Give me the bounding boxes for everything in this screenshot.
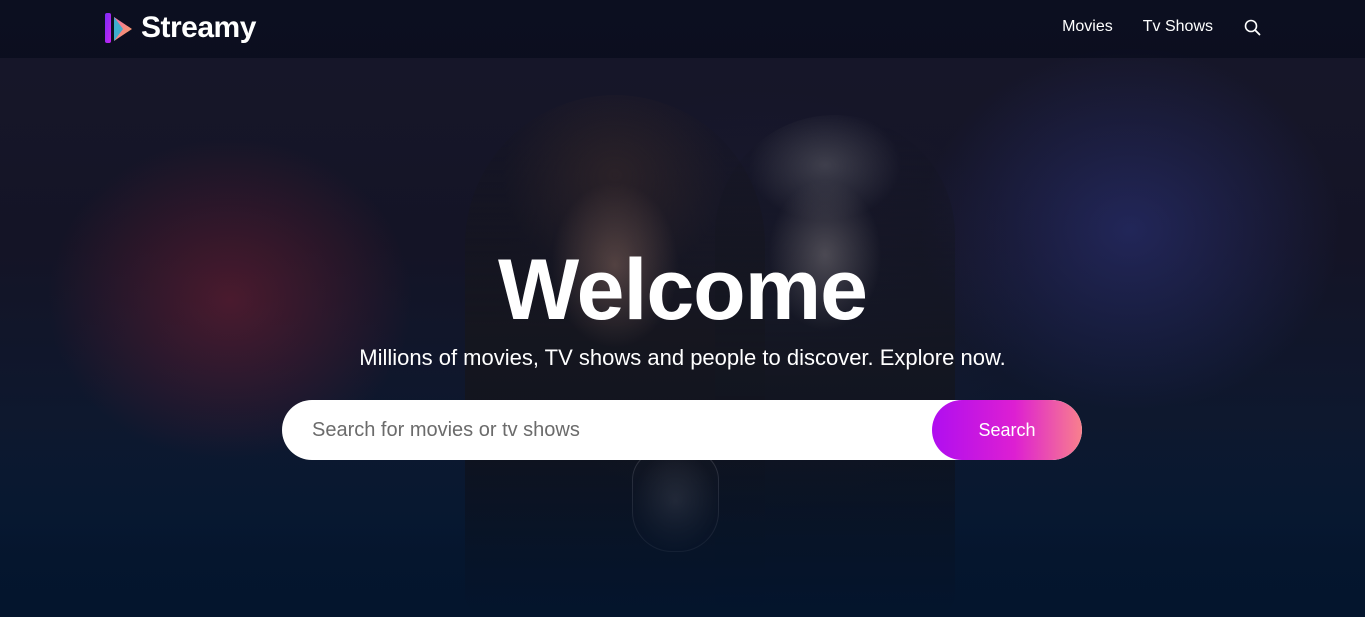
search-button[interactable]: Search — [932, 400, 1082, 460]
nav-item-tv-shows[interactable]: Tv Shows — [1143, 18, 1213, 36]
search-icon[interactable] — [1243, 18, 1261, 36]
brand-logo[interactable]: Streamy — [103, 9, 256, 47]
hero-subtitle: Millions of movies, TV shows and people … — [359, 345, 1006, 370]
nav-item-movies[interactable]: Movies — [1062, 18, 1113, 36]
home-page: Streamy Movies Tv Shows Welcome Millions… — [0, 0, 1365, 617]
hero-search-bar: Search — [282, 400, 1082, 460]
main-nav: Movies Tv Shows — [1062, 0, 1261, 54]
search-input[interactable] — [282, 400, 932, 460]
hero-section: Welcome Millions of movies, TV shows and… — [0, 240, 1365, 372]
top-header: Streamy Movies Tv Shows — [0, 0, 1365, 58]
brand-name: Streamy — [141, 11, 256, 44]
play-stack-logo-icon — [105, 13, 132, 43]
hero-title: Welcome — [498, 242, 868, 338]
